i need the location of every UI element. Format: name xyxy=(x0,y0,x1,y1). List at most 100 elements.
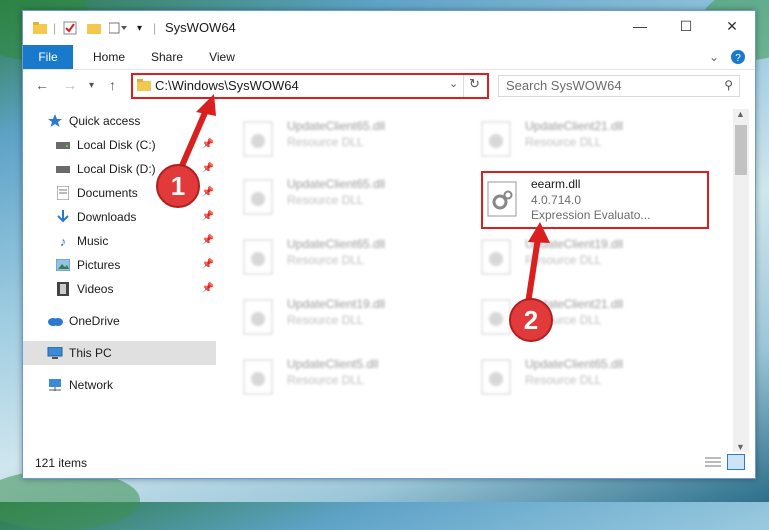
expand-ribbon-icon[interactable]: ⌄ xyxy=(707,45,721,69)
tab-view[interactable]: View xyxy=(199,45,245,69)
sidebar-item-network[interactable]: Network xyxy=(23,373,216,397)
file-list: UpdateClient65.dll Resource DLL UpdateCl… xyxy=(223,109,733,445)
file-name: UpdateClient5.dll xyxy=(287,357,379,371)
sidebar-item-this-pc[interactable]: This PC xyxy=(23,341,216,365)
sidebar-item-quick-access[interactable]: Quick access xyxy=(23,109,216,133)
file-name: UpdateClient19.dll xyxy=(525,237,624,251)
sidebar-item-videos[interactable]: Videos 📌 xyxy=(23,277,216,301)
cloud-icon xyxy=(47,314,63,328)
file-item[interactable]: UpdateClient65.dll Resource DLL xyxy=(481,353,711,401)
pictures-icon xyxy=(55,258,71,272)
tab-file[interactable]: File xyxy=(23,45,73,69)
file-name: UpdateClient65.dll xyxy=(287,177,386,191)
navigation-bar: ← → ▾ ↑ C:\Windows\SysWOW64 ⌄ ↻ Search S… xyxy=(23,70,755,102)
file-explorer-window: | ▾ | SysWOW64 — ☐ ✕ File Home Share Vie… xyxy=(22,10,756,479)
sidebar-item-label: Downloads xyxy=(77,210,137,224)
file-description: Resource DLL xyxy=(287,135,364,149)
sidebar-item-label: This PC xyxy=(69,346,112,360)
dll-file-icon xyxy=(487,181,517,217)
sidebar-item-label: Music xyxy=(77,234,109,248)
vertical-scrollbar[interactable]: ▲ ▼ xyxy=(733,109,749,452)
large-icons-view-icon[interactable] xyxy=(727,454,745,470)
help-icon[interactable]: ? xyxy=(729,45,747,69)
file-name: eearm.dll xyxy=(531,177,581,191)
sidebar-item-music[interactable]: ♪ Music 📌 xyxy=(23,229,216,253)
address-path: C:\Windows\SysWOW64 xyxy=(155,78,299,93)
drive-icon xyxy=(55,138,71,152)
sidebar-item-label: Network xyxy=(69,378,114,392)
search-icon[interactable]: ⚲ xyxy=(724,78,733,92)
tab-share[interactable]: Share xyxy=(141,45,193,69)
file-item[interactable]: UpdateClient19.dll Resource DLL xyxy=(481,233,711,281)
pin-icon[interactable]: 📌 xyxy=(202,211,214,222)
file-name: UpdateClient65.dll xyxy=(287,237,386,251)
address-bar[interactable]: C:\Windows\SysWOW64 ⌄ ↻ xyxy=(131,73,489,99)
pin-icon[interactable]: 📌 xyxy=(202,259,214,270)
file-description: Resource DLL xyxy=(525,135,602,149)
file-item[interactable]: UpdateClient65.dll Resource DLL xyxy=(243,115,473,163)
dll-file-icon xyxy=(243,121,273,157)
sidebar-item-downloads[interactable]: Downloads 📌 xyxy=(23,205,216,229)
sidebar-item-local-disk-c[interactable]: Local Disk (C:) 📌 xyxy=(23,133,216,157)
scrollbar-thumb[interactable] xyxy=(735,125,747,175)
file-item[interactable]: UpdateClient19.dll Resource DLL xyxy=(243,293,473,341)
file-item[interactable]: UpdateClient65.dll Resource DLL xyxy=(243,173,473,221)
file-description: Resource DLL xyxy=(287,313,364,327)
up-arrow-icon[interactable]: ↑ xyxy=(109,77,116,93)
dll-file-icon xyxy=(243,239,273,275)
file-item-eearm-dll[interactable]: eearm.dll 4.0.714.0 Expression Evaluato.… xyxy=(481,171,709,229)
drive-icon xyxy=(55,162,71,176)
properties-icon[interactable] xyxy=(63,20,77,36)
file-description: Resource DLL xyxy=(287,193,364,207)
forward-arrow-icon[interactable]: → xyxy=(63,77,77,93)
scroll-down-icon[interactable]: ▼ xyxy=(736,442,745,452)
pin-icon[interactable]: 📌 xyxy=(202,163,214,174)
file-description: Resource DLL xyxy=(525,373,602,387)
search-placeholder: Search SysWOW64 xyxy=(506,78,622,93)
pin-icon[interactable]: 📌 xyxy=(202,235,214,246)
dll-file-icon xyxy=(481,299,511,335)
status-item-count: 121 items xyxy=(35,456,88,470)
pin-icon[interactable]: 📌 xyxy=(202,187,214,198)
star-icon xyxy=(47,114,63,128)
file-item[interactable]: UpdateClient65.dll Resource DLL xyxy=(243,233,473,281)
file-name: UpdateClient19.dll xyxy=(287,297,386,311)
file-item[interactable]: UpdateClient21.dll Resource DLL xyxy=(481,115,711,163)
sidebar-item-label: OneDrive xyxy=(69,314,120,328)
chevron-down-icon[interactable]: ▾ xyxy=(137,20,142,36)
divider: | xyxy=(153,21,157,35)
search-input[interactable]: Search SysWOW64 ⚲ xyxy=(498,75,740,97)
address-dropdown-icon[interactable]: ⌄ xyxy=(449,77,458,90)
pin-icon[interactable]: 📌 xyxy=(202,139,214,150)
dll-file-icon xyxy=(243,179,273,215)
window-title: SysWOW64 xyxy=(165,20,236,35)
sidebar-item-label: Pictures xyxy=(77,258,121,272)
sidebar-item-pictures[interactable]: Pictures 📌 xyxy=(23,253,216,277)
minimize-button[interactable]: — xyxy=(617,11,663,41)
back-arrow-icon[interactable]: ← xyxy=(35,77,49,93)
computer-icon xyxy=(47,346,63,360)
file-version: 4.0.714.0 xyxy=(531,193,582,207)
folder-icon xyxy=(33,20,47,36)
details-view-icon[interactable] xyxy=(705,456,721,471)
network-icon xyxy=(47,378,63,392)
callout-badge-2: 2 xyxy=(509,298,553,342)
maximize-button[interactable]: ☐ xyxy=(663,11,709,41)
file-item[interactable]: UpdateClient5.dll Resource DLL xyxy=(243,353,473,401)
file-description: Expression Evaluato... xyxy=(531,208,651,222)
customize-qat-icon[interactable] xyxy=(109,20,127,36)
pin-icon[interactable]: 📌 xyxy=(202,283,214,294)
tab-home[interactable]: Home xyxy=(81,45,137,69)
dll-file-icon xyxy=(481,359,511,395)
sidebar-item-onedrive[interactable]: OneDrive xyxy=(23,309,216,333)
file-name: UpdateClient65.dll xyxy=(287,119,386,133)
documents-icon xyxy=(55,186,71,200)
refresh-icon[interactable]: ↻ xyxy=(469,76,480,92)
close-button[interactable]: ✕ xyxy=(709,11,755,41)
scroll-up-icon[interactable]: ▲ xyxy=(736,109,745,119)
file-description: Resource DLL xyxy=(525,253,602,267)
sidebar-item-label: Local Disk (C:) xyxy=(77,138,156,152)
dll-file-icon xyxy=(481,121,511,157)
new-folder-icon[interactable] xyxy=(87,20,101,36)
recent-locations-icon[interactable]: ▾ xyxy=(89,80,94,91)
